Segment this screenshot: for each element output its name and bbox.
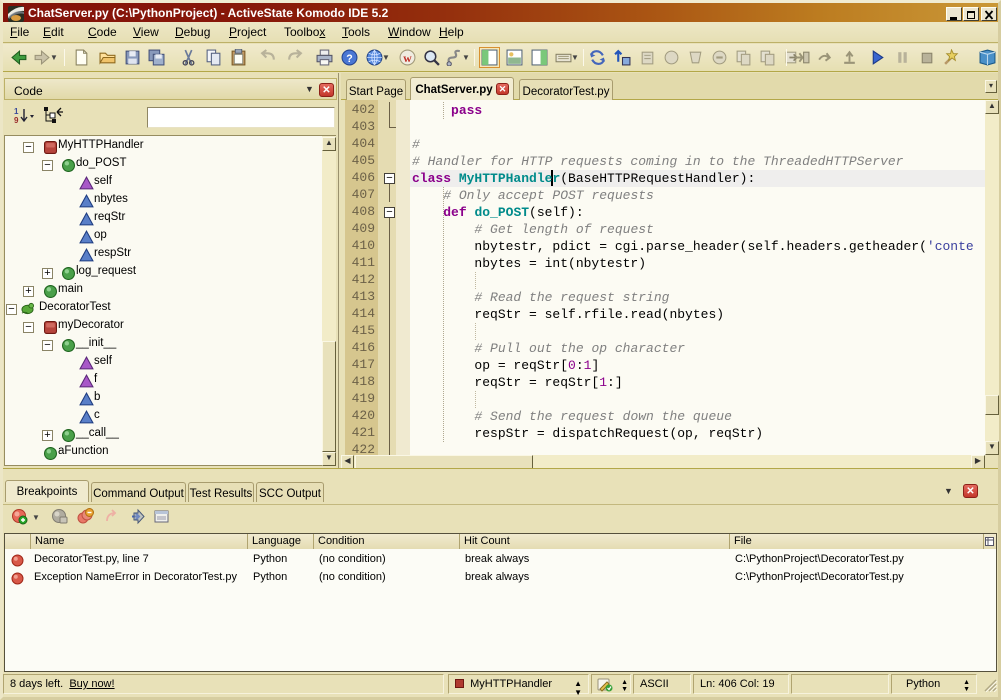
svg-text:w: w: [403, 52, 412, 65]
svg-text:9: 9: [14, 116, 19, 125]
svg-text:1: 1: [14, 107, 19, 116]
svg-text:?: ?: [346, 53, 352, 65]
